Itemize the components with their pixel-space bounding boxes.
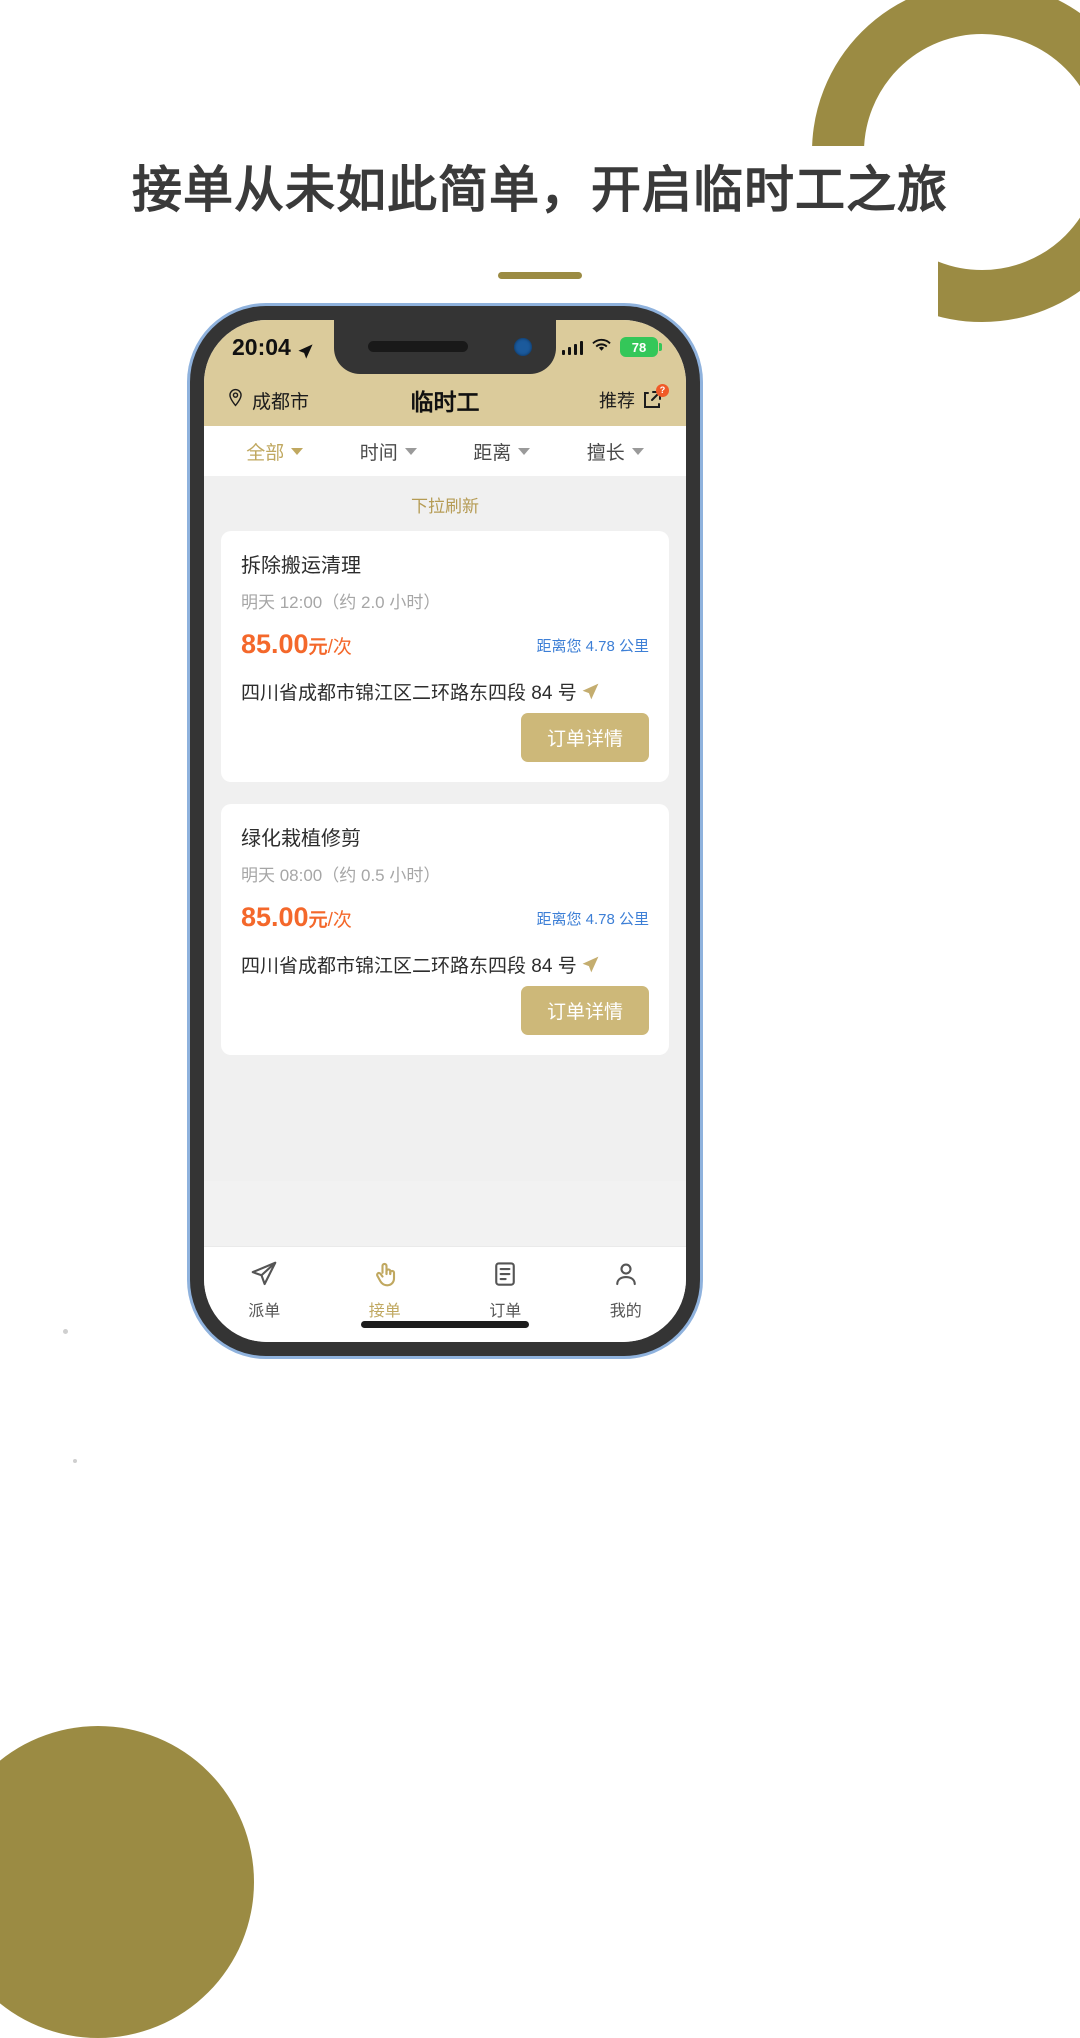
address-row[interactable]: 四川省成都市锦江区二环路东四段 84 号 — [241, 951, 649, 978]
order-detail-button[interactable]: 订单详情 — [520, 986, 649, 1035]
job-distance: 距离您 4.78 公里 — [536, 638, 649, 655]
tab-profile[interactable]: 我的 — [566, 1259, 687, 1321]
status-bar-right: 78 — [561, 337, 662, 358]
job-price: 85.00元/次 — [241, 902, 352, 933]
navigate-arrow-icon[interactable] — [581, 955, 600, 974]
job-card[interactable]: 绿化栽植修剪 明天 08:00（约 0.5 小时） 85.00元/次 距离您 4… — [221, 804, 669, 1055]
app-header: 成都市 临时工 推荐 ? — [204, 374, 686, 426]
filter-distance[interactable]: 距离 — [473, 438, 531, 465]
card-actions: 订单详情 — [241, 713, 649, 762]
pull-refresh-hint: 下拉刷新 — [411, 497, 479, 516]
price-unit: 元 — [308, 637, 328, 658]
user-profile-icon — [611, 1259, 641, 1289]
recommend-label: 推荐 — [599, 391, 635, 411]
job-address: 四川省成都市锦江区二环路东四段 84 号 — [241, 683, 577, 704]
job-card[interactable]: 拆除搬运清理 明天 12:00（约 2.0 小时） 85.00元/次 距离您 4… — [221, 531, 669, 782]
price-per: /次 — [327, 637, 352, 658]
tab-label: 订单 — [489, 1303, 522, 1320]
city-selector[interactable]: 成都市 — [226, 387, 309, 414]
filter-all[interactable]: 全部 — [246, 438, 304, 465]
address-row[interactable]: 四川省成都市锦江区二环路东四段 84 号 — [241, 678, 649, 705]
share-badge: ? — [656, 384, 669, 397]
tab-label: 派单 — [248, 1303, 281, 1320]
status-bar-left: 20:04 — [232, 334, 314, 361]
paper-plane-icon — [249, 1259, 279, 1289]
cellular-signal-icon — [561, 340, 583, 355]
job-time: 明天 08:00（约 0.5 小时） — [241, 866, 441, 885]
chevron-down-icon — [518, 447, 531, 455]
city-label: 成都市 — [252, 391, 310, 413]
headline-divider — [498, 272, 582, 279]
price-row: 85.00元/次 距离您 4.78 公里 — [241, 902, 649, 933]
job-list[interactable]: 下拉刷新 拆除搬运清理 明天 12:00（约 2.0 小时） 85.00元/次 … — [204, 476, 686, 1181]
filter-label: 距离 — [473, 442, 512, 464]
tab-label: 接单 — [368, 1303, 401, 1320]
map-pin-icon — [226, 388, 245, 413]
phone-mockup: 20:04 78 成都市 临时工 推荐 ? 全部 时间 距离 擅长 下拉刷新 拆… — [190, 306, 700, 1356]
order-detail-button[interactable]: 订单详情 — [520, 713, 649, 762]
location-arrow-icon — [297, 339, 314, 359]
phone-screen: 20:04 78 成都市 临时工 推荐 ? 全部 时间 距离 擅长 下拉刷新 拆… — [204, 320, 686, 1342]
filter-skill[interactable]: 擅长 — [587, 438, 644, 465]
decorative-dot — [73, 1459, 77, 1463]
front-camera — [514, 338, 532, 356]
share-icon[interactable]: ? — [640, 384, 669, 412]
navigate-arrow-icon[interactable] — [581, 682, 600, 701]
chevron-down-icon — [404, 447, 417, 455]
price-unit: 元 — [308, 910, 328, 931]
phone-notch — [334, 320, 556, 374]
battery-indicator: 78 — [620, 337, 662, 357]
filter-time[interactable]: 时间 — [360, 438, 417, 465]
price-per: /次 — [327, 910, 352, 931]
job-title: 拆除搬运清理 — [241, 555, 361, 577]
filter-label: 时间 — [359, 442, 398, 464]
status-time: 20:04 — [232, 333, 291, 360]
chevron-down-icon — [291, 447, 304, 455]
job-time: 明天 12:00（约 2.0 小时） — [241, 593, 441, 612]
filter-label: 全部 — [246, 442, 285, 464]
headline-section: 接单从未如此简单，开启临时工之旅 — [0, 160, 1080, 279]
filter-bar: 全部 时间 距离 擅长 — [204, 426, 686, 476]
page-title: 接单从未如此简单，开启临时工之旅 — [132, 162, 948, 218]
price-row: 85.00元/次 距离您 4.78 公里 — [241, 629, 649, 660]
tab-accept[interactable]: 接单 — [325, 1259, 446, 1321]
chevron-down-icon — [631, 447, 644, 455]
job-distance: 距离您 4.78 公里 — [536, 911, 649, 928]
earpiece-speaker — [368, 341, 468, 352]
price-amount: 85.00 — [241, 902, 309, 932]
decorative-dot — [63, 1329, 68, 1334]
tab-label: 我的 — [609, 1303, 642, 1320]
job-price: 85.00元/次 — [241, 629, 352, 660]
tab-dispatch[interactable]: 派单 — [204, 1259, 325, 1321]
wifi-icon — [591, 337, 612, 358]
header-actions[interactable]: 推荐 ? — [599, 384, 669, 413]
job-title: 绿化栽植修剪 — [241, 828, 361, 850]
decorative-circle-bottom-left — [0, 1726, 254, 2038]
home-indicator — [361, 1321, 529, 1328]
filter-label: 擅长 — [586, 442, 625, 464]
tap-hand-icon — [370, 1259, 400, 1289]
tab-orders[interactable]: 订单 — [445, 1259, 566, 1321]
job-address: 四川省成都市锦江区二环路东四段 84 号 — [241, 956, 577, 977]
price-amount: 85.00 — [241, 629, 309, 659]
card-actions: 订单详情 — [241, 986, 649, 1035]
document-list-icon — [490, 1259, 520, 1289]
